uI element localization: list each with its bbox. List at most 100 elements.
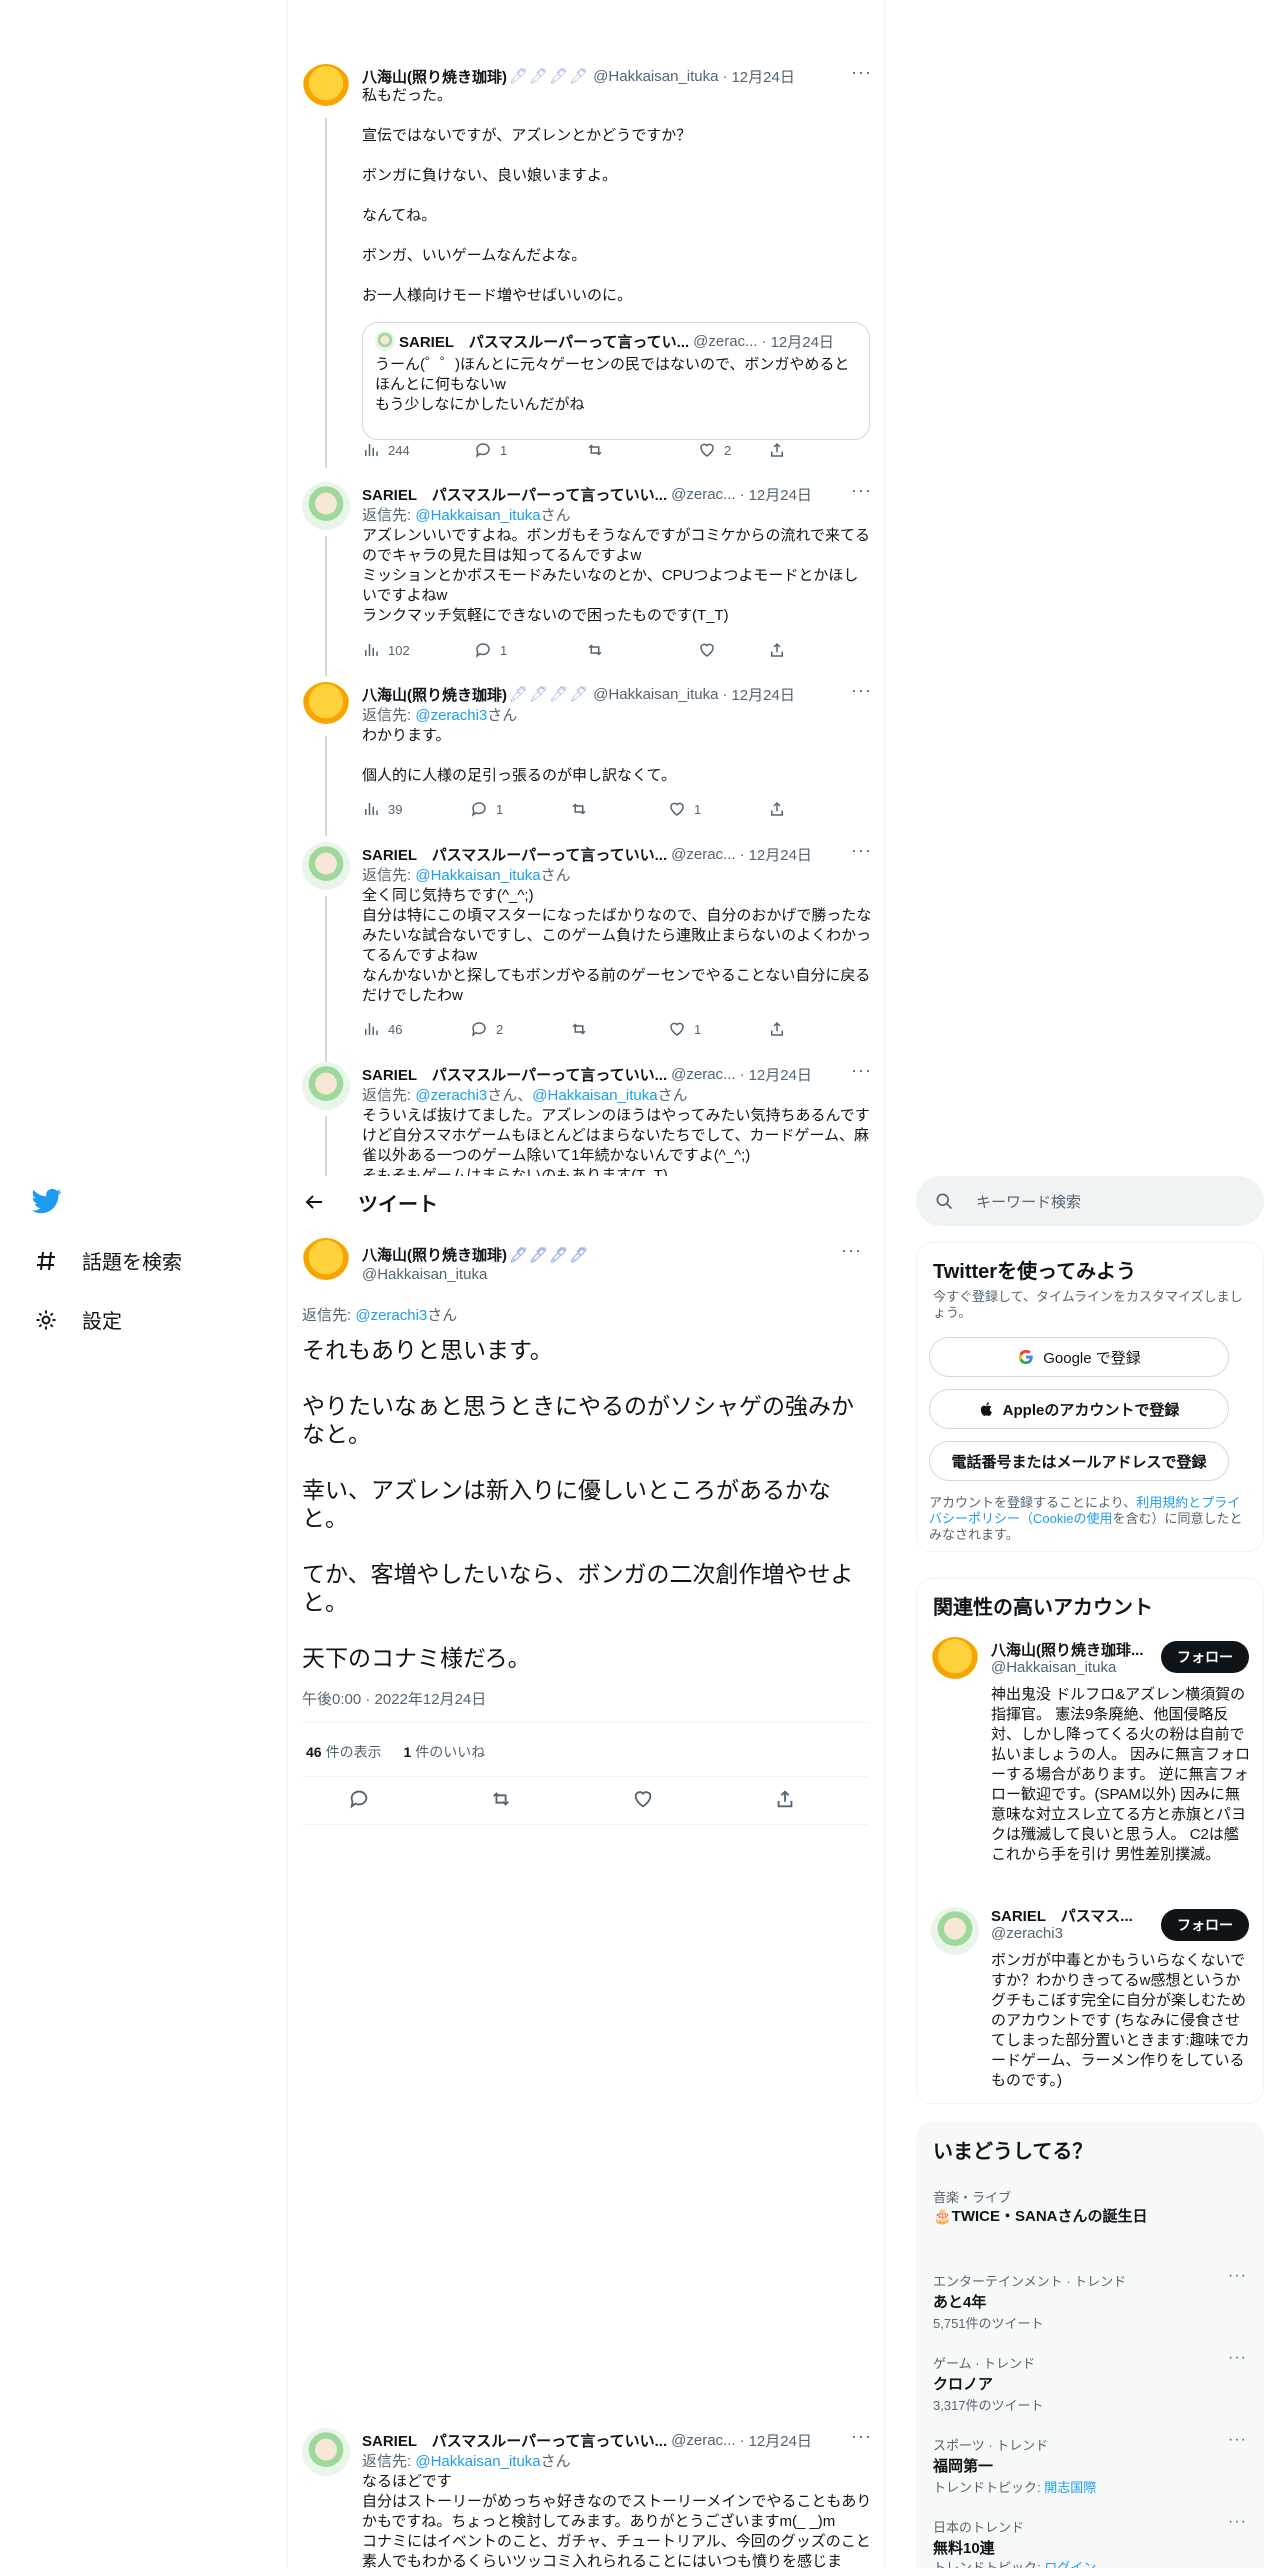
separator-dot: · [739, 485, 745, 503]
retweet-button[interactable] [586, 641, 604, 659]
reply-to-link[interactable]: @zerachi3 [355, 1307, 427, 1324]
apple-signup-button[interactable]: Appleのアカウントで登録 [929, 1389, 1229, 1429]
avatar[interactable] [302, 682, 350, 730]
tweet-time[interactable]: 12月24日 [749, 1064, 812, 1085]
account-name[interactable]: SARIEL パスマス... [991, 1905, 1151, 1926]
likes-stat[interactable]: 1 件のいいね [403, 1744, 485, 1760]
author-handle[interactable]: @Hakkaisan_ituka [593, 686, 718, 703]
google-signup-button[interactable]: Google で登録 [929, 1337, 1229, 1377]
author-name[interactable]: 八海山(照り焼き珈琲) [362, 684, 507, 705]
phone-email-signup-button[interactable]: 電話番号またはメールアドレスで登録 [929, 1441, 1229, 1481]
tweet[interactable]: SARIEL パスマスルーパーって言っていい... @zerac... · 12… [288, 2428, 880, 2568]
tweet-time[interactable]: 12月24日 [731, 684, 794, 705]
tweet-time[interactable]: 12月24日 [749, 844, 812, 865]
reply-button[interactable]: 1 [474, 441, 507, 459]
more-options-icon[interactable]: ··· [1228, 2267, 1247, 2285]
like-button[interactable]: 1 [668, 800, 701, 818]
retweet-button[interactable] [570, 1020, 588, 1038]
author-handle[interactable]: @zerac... [671, 1066, 735, 1083]
author-handle[interactable]: @zerac... [671, 2432, 735, 2449]
twitter-bird-icon[interactable] [31, 1186, 62, 1216]
author-name[interactable]: SARIEL パスマスルーパーって言っていい... [362, 844, 667, 865]
share-button[interactable] [768, 1020, 786, 1038]
views-stat[interactable]: 46 件の表示 [306, 1744, 382, 1760]
author-name[interactable]: SARIEL パスマスルーパーって言っていい... [362, 1064, 667, 1085]
tweet[interactable]: 八海山(照り焼き珈琲) 🖊🖊🖊🖊 @Hakkaisan_ituka · 12月2… [288, 62, 880, 468]
tweet-time[interactable]: 12月24日 [749, 484, 812, 505]
account-handle[interactable]: @zerachi3 [991, 1925, 1063, 1942]
account-name[interactable]: 八海山(照り焼き珈琲... [991, 1639, 1151, 1660]
more-options-icon[interactable]: ··· [851, 62, 872, 83]
avatar[interactable] [302, 2428, 350, 2476]
reply-to-link[interactable]: @Hakkaisan_ituka [415, 2453, 540, 2470]
reply-to-link[interactable]: @zerachi3 [415, 707, 487, 724]
search-input[interactable]: キーワード検索 [976, 1191, 1081, 1212]
more-options-icon[interactable]: ··· [841, 1240, 862, 1261]
avatar[interactable] [931, 1637, 979, 1685]
more-options-icon[interactable]: ··· [1228, 2349, 1247, 2367]
nav-explore[interactable]: 話題を検索 [32, 1246, 182, 1275]
author-name[interactable]: 八海山(照り焼き珈琲) [362, 66, 507, 87]
like-button[interactable]: 2 [698, 441, 731, 459]
retweet-button[interactable] [586, 441, 612, 459]
reply-button[interactable]: 1 [470, 800, 503, 818]
author-name[interactable]: 八海山(照り焼き珈琲) 🖊🖊🖊🖊 [362, 1244, 589, 1265]
reply-to-link[interactable]: @Hakkaisan_ituka [415, 507, 540, 524]
avatar[interactable] [302, 842, 350, 890]
account-handle[interactable]: @Hakkaisan_ituka [991, 1659, 1116, 1676]
share-button[interactable] [768, 641, 786, 659]
views-button[interactable]: 244 [362, 441, 410, 459]
views-button[interactable]: 39 [362, 800, 402, 818]
more-options-icon[interactable]: ··· [851, 1062, 872, 1081]
tweet-timestamp[interactable]: 午後0:00 · 2022年12月24日 [302, 1688, 486, 1709]
reply-to-link[interactable]: @Hakkaisan_ituka [415, 867, 540, 884]
more-options-icon[interactable]: ··· [851, 480, 872, 501]
reply-to-link-2[interactable]: @Hakkaisan_ituka [532, 1087, 657, 1104]
avatar[interactable] [302, 482, 350, 530]
views-button[interactable]: 46 [362, 1020, 402, 1038]
nav-settings[interactable]: 設定 [32, 1305, 122, 1334]
more-options-icon[interactable]: ··· [1228, 2431, 1247, 2449]
reply-button[interactable]: 1 [474, 641, 507, 659]
author-name[interactable]: SARIEL パスマスルーパーって言っていい... [362, 2430, 667, 2451]
avatar[interactable] [302, 1238, 350, 1286]
tweet-time[interactable]: 12月24日 [749, 2430, 812, 2451]
avatar[interactable] [931, 1907, 979, 1955]
tweet-header: 八海山(照り焼き珈琲) 🖊🖊🖊🖊 @Hakkaisan_ituka · 12月2… [362, 682, 880, 706]
like-button[interactable] [698, 641, 716, 659]
avatar[interactable] [302, 64, 350, 112]
avatar[interactable] [302, 1062, 350, 1110]
tweet[interactable]: SARIEL パスマスルーパーって言っていい... @zerac... · 12… [288, 1062, 880, 1176]
share-button[interactable] [768, 441, 786, 459]
reply-to-link[interactable]: @zerachi3 [415, 1087, 487, 1104]
reply-button[interactable] [348, 1788, 370, 1810]
like-button[interactable]: 1 [668, 1020, 701, 1038]
share-button[interactable] [774, 1788, 796, 1810]
tweet-time[interactable]: 12月24日 [731, 66, 794, 87]
retweet-button[interactable] [570, 800, 588, 818]
author-handle[interactable]: @zerac... [671, 486, 735, 503]
reply-button[interactable]: 2 [470, 1020, 503, 1038]
trend-topic-link[interactable]: ログイン [1044, 2560, 1096, 2568]
like-button[interactable] [632, 1788, 654, 1810]
follow-button[interactable]: フォロー [1161, 1909, 1249, 1941]
follow-button[interactable]: フォロー [1161, 1641, 1249, 1673]
author-handle[interactable]: @Hakkaisan_ituka [593, 68, 718, 85]
tweet[interactable]: SARIEL パスマスルーパーって言っていい... @zerac... · 12… [288, 480, 880, 676]
trend-topic-link[interactable]: 開志国際 [1044, 2480, 1096, 2495]
share-button[interactable] [768, 800, 786, 818]
tweet[interactable]: SARIEL パスマスルーパーって言っていい... @zerac... · 12… [288, 840, 880, 1066]
more-options-icon[interactable]: ··· [851, 840, 872, 861]
author-name[interactable]: SARIEL パスマスルーパーって言っていい... [362, 484, 667, 505]
quoted-tweet[interactable]: SARIEL パスマスルーパーって言ってい... @zerac... · 12月… [362, 322, 870, 440]
views-button[interactable]: 102 [362, 641, 410, 659]
author-handle[interactable]: @Hakkaisan_ituka [362, 1266, 487, 1283]
author-handle[interactable]: @zerac... [671, 846, 735, 863]
search-box[interactable]: キーワード検索 [916, 1176, 1264, 1226]
more-options-icon[interactable]: ··· [851, 680, 872, 701]
reply-prefix: 返信先: [302, 1307, 356, 1324]
back-arrow-icon[interactable] [302, 1190, 326, 1214]
more-options-icon[interactable]: ··· [851, 2428, 872, 2447]
retweet-button[interactable] [490, 1788, 512, 1810]
more-options-icon[interactable]: ··· [1228, 2513, 1247, 2531]
